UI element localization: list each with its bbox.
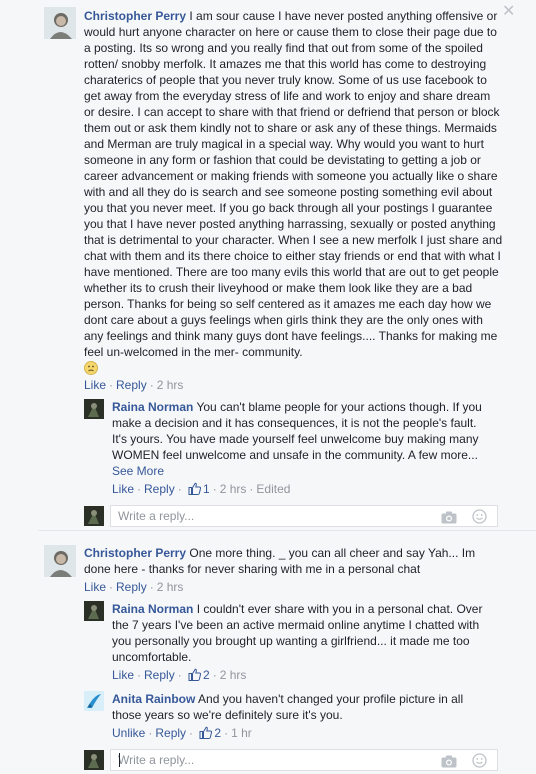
reply-input[interactable]: Write a reply... <box>110 505 498 527</box>
reply-body: Raina Norman You can't blame people for … <box>112 399 492 479</box>
timestamp[interactable]: 2 hrs <box>220 668 247 682</box>
reply-input[interactable]: Write a reply... <box>110 749 498 771</box>
avatar <box>84 506 104 526</box>
avatar[interactable] <box>84 399 104 419</box>
reply-link[interactable]: Reply <box>155 726 186 740</box>
reply-link[interactable]: Reply <box>144 668 175 682</box>
text-cursor <box>119 753 120 767</box>
unlike-link[interactable]: Unlike <box>112 726 145 740</box>
comment-text: I am sour cause I have never posted anyt… <box>84 9 503 359</box>
reply-input-placeholder: Write a reply... <box>118 509 195 523</box>
close-icon[interactable]: ✕ <box>502 4 515 20</box>
reply-body: Raina Norman I couldn't ever share with … <box>112 601 492 665</box>
like-count[interactable]: 1 <box>203 482 210 496</box>
thumbs-up-icon <box>188 482 202 499</box>
reply-body: Anita Rainbow And you haven't changed yo… <box>112 691 492 723</box>
reply-actions: Like · Reply · 2 · 2 hrs <box>112 667 246 685</box>
comment-actions: Like · Reply · 2 hrs <box>84 378 184 392</box>
comment-author[interactable]: Christopher Perry <box>84 546 186 560</box>
emoji-icon[interactable] <box>472 753 487 774</box>
reply-author[interactable]: Anita Rainbow <box>112 692 195 706</box>
edited-label[interactable]: Edited <box>256 482 290 496</box>
avatar <box>84 750 104 770</box>
reply-author[interactable]: Raina Norman <box>112 400 193 414</box>
timestamp[interactable]: 2 hrs <box>157 378 184 392</box>
like-count[interactable]: 2 <box>214 726 221 740</box>
like-link[interactable]: Like <box>112 668 134 682</box>
reply-link[interactable]: Reply <box>144 482 175 496</box>
reply-link[interactable]: Reply <box>116 580 147 594</box>
comment-actions: Like · Reply · 2 hrs <box>84 580 184 594</box>
reply-input-placeholder: Write a reply... <box>118 753 195 767</box>
like-link[interactable]: Like <box>84 580 106 594</box>
reply-link[interactable]: Reply <box>116 378 147 392</box>
timestamp[interactable]: 1 hr <box>231 726 252 740</box>
camera-icon[interactable] <box>441 754 457 774</box>
thumbs-up-icon <box>199 726 213 743</box>
reply-actions: Like · Reply · 1 · 2 hrs · Edited <box>112 481 290 499</box>
avatar[interactable] <box>84 691 104 711</box>
timestamp[interactable]: 2 hrs <box>220 482 247 496</box>
like-link[interactable]: Like <box>84 378 106 392</box>
camera-icon[interactable] <box>441 510 457 530</box>
reply-actions: Unlike · Reply · 2 · 1 hr <box>112 725 252 743</box>
reply-author[interactable]: Raina Norman <box>112 602 193 616</box>
comment-author[interactable]: Christopher Perry <box>84 9 186 23</box>
comment-body: Christopher Perry One more thing. _ you … <box>84 545 496 577</box>
like-link[interactable]: Like <box>112 482 134 496</box>
avatar[interactable] <box>44 7 76 39</box>
comment-body: Christopher Perry I am sour cause I have… <box>84 8 504 379</box>
like-count[interactable]: 2 <box>203 668 210 682</box>
thumbs-up-icon <box>188 668 202 685</box>
avatar[interactable] <box>44 545 76 577</box>
emoji-icon[interactable] <box>472 509 487 530</box>
avatar[interactable] <box>84 601 104 621</box>
see-more-link[interactable]: See More <box>112 464 164 478</box>
timestamp[interactable]: 2 hrs <box>157 580 184 594</box>
